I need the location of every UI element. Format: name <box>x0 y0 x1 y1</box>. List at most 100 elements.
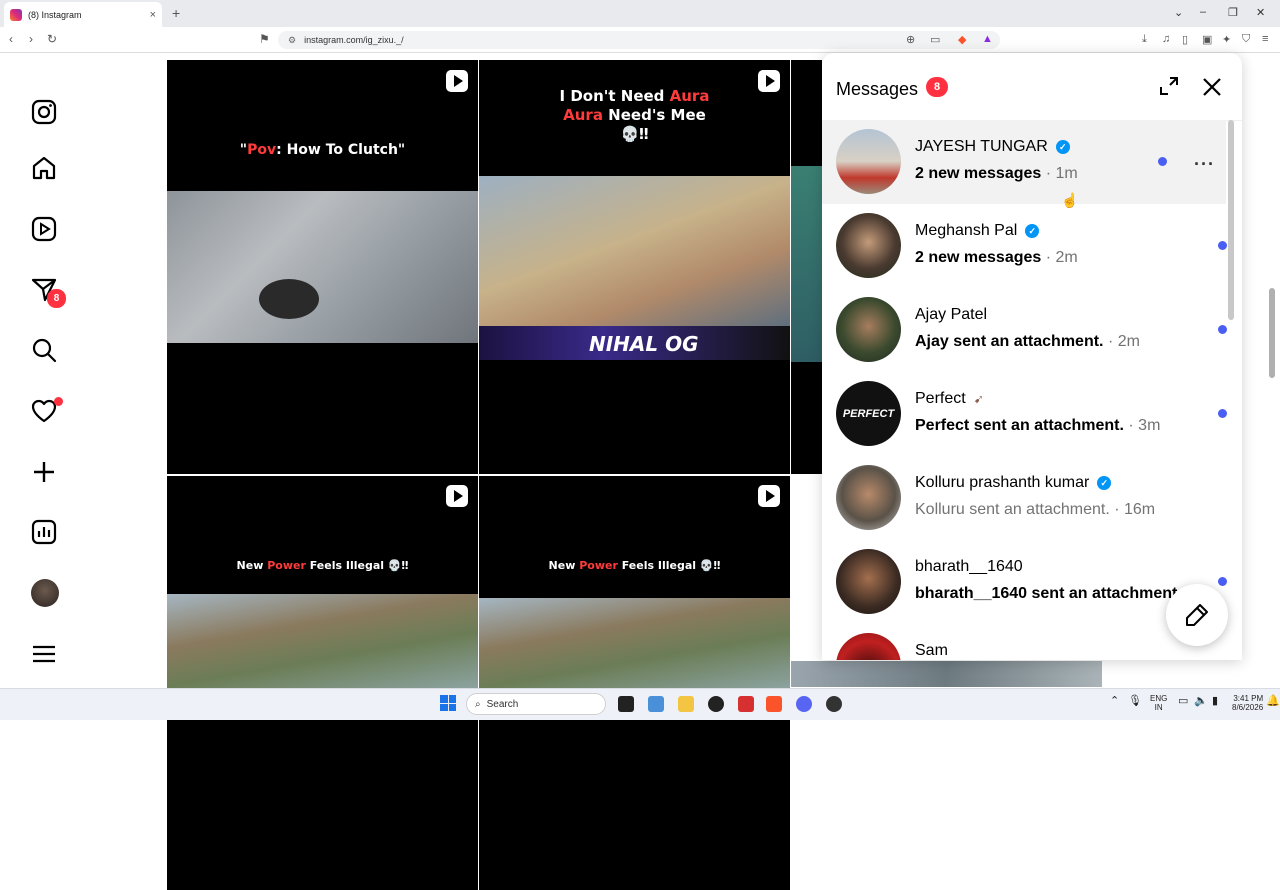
reel-tile[interactable]: New Power Feels Illegal 💀‼ <box>479 476 790 890</box>
brave-shields-icon[interactable]: ◆ <box>958 33 966 46</box>
battery-icon[interactable]: ▮ <box>1212 696 1218 707</box>
reel-tile[interactable]: New Power Feels Illegal 💀‼ <box>167 476 478 890</box>
site-info-icon[interactable]: ⚙ <box>288 35 296 46</box>
game-screenshot <box>167 191 478 343</box>
pistol-emoji-icon: ➹ <box>973 392 984 406</box>
message-preview: bharath__1640 sent an attachment <box>915 585 1178 602</box>
create-plus-icon[interactable] <box>29 457 59 487</box>
conversation-row[interactable]: Sam <box>822 624 1226 660</box>
messages-scrollbar[interactable] <box>1228 120 1234 320</box>
conversation-row[interactable]: PERFECT Perfect ➹ Perfect sent an attachm… <box>822 372 1227 456</box>
contact-name: Ajay Patel <box>915 306 988 323</box>
window-close-button[interactable]: ✕ <box>1256 6 1265 19</box>
taskbar <box>0 688 1280 720</box>
task-view-icon[interactable] <box>618 696 634 712</box>
messages-unread-count: 8 <box>926 77 948 97</box>
compose-icon <box>1186 604 1208 626</box>
discord-icon[interactable] <box>796 696 812 712</box>
reels-icon[interactable] <box>29 214 59 244</box>
windows-start-icon[interactable] <box>440 695 456 711</box>
sidebar-icon[interactable]: ▯ <box>1182 33 1188 46</box>
expand-icon[interactable] <box>1158 75 1180 97</box>
message-preview: Ajay sent an attachment. · 2m <box>915 333 1140 350</box>
conversation-row[interactable]: Ajay Patel Ajay sent an attachment. · 2m <box>822 288 1227 372</box>
conversation-row[interactable]: Kolluru prashanth kumar ✓ Kolluru sent an… <box>822 456 1226 540</box>
home-icon[interactable] <box>29 153 59 183</box>
taskbar-search[interactable]: ⌕ Search <box>466 693 606 715</box>
reload-icon[interactable]: ↻ <box>47 32 57 46</box>
reel-tile[interactable] <box>791 60 822 474</box>
verified-badge-icon: ✓ <box>1055 140 1070 154</box>
messages-panel: Messages 8 JAYESH TUNGAR ✓ 2 new messages… <box>822 53 1242 660</box>
reel-play-icon <box>446 70 468 92</box>
close-icon[interactable] <box>1200 75 1224 99</box>
avatar <box>836 633 901 660</box>
contact-name: Meghansh Pal <box>915 222 1018 239</box>
bookmark-icon[interactable]: ⚑ <box>259 32 270 46</box>
messages-title: Messages <box>836 79 919 99</box>
message-preview: Perfect sent an attachment. · 3m <box>915 417 1161 434</box>
url-bar[interactable]: ⚙ instagram.com/ig_zixu._/ <box>278 31 1000 49</box>
microphone-icon[interactable]: 🎙 <box>1128 696 1142 707</box>
reel-caption: "Pov: How To Clutch" <box>239 142 406 158</box>
network-icon[interactable]: ▭ <box>1178 696 1188 707</box>
conversation-row[interactable]: JAYESH TUNGAR ✓ 2 new messages · 1m ··· <box>822 120 1226 204</box>
hand-cursor-icon: ☝ <box>1061 192 1079 208</box>
back-icon[interactable]: ‹ <box>9 32 13 46</box>
zoom-icon[interactable]: ⊕ <box>906 33 915 46</box>
tab-close-icon[interactable]: × <box>150 9 156 21</box>
contact-name: Perfect <box>915 390 966 407</box>
vpn-icon[interactable]: ⛉ <box>1242 33 1250 46</box>
menu-icon[interactable]: ≡ <box>1262 33 1268 45</box>
brave-browser-icon[interactable] <box>766 696 782 712</box>
page-scrollbar[interactable] <box>1269 288 1275 378</box>
minimize-button[interactable]: – <box>1200 6 1206 18</box>
wallet-icon[interactable]: ▣ <box>1202 33 1212 46</box>
notifications-bell-icon[interactable]: 🔔 <box>1266 696 1280 707</box>
reel-caption: I Don't Need Aura Aura Need's Mee 💀‼ <box>559 87 710 143</box>
messages-badge: 8 <box>47 289 66 308</box>
forward-icon[interactable]: › <box>29 32 33 46</box>
maximize-button[interactable]: ❐ <box>1228 6 1238 19</box>
unread-dot <box>1158 157 1167 166</box>
new-tab-button[interactable]: + <box>172 5 180 21</box>
reel-tile[interactable]: "Pov: How To Clutch" <box>167 60 478 474</box>
downloads-icon[interactable]: ⤓ <box>1142 33 1147 46</box>
language-indicator[interactable]: ENG IN <box>1150 694 1167 712</box>
more-options-icon[interactable]: ··· <box>1194 154 1215 175</box>
conversation-row[interactable]: Meghansh Pal ✓ 2 new messages · 2m <box>822 204 1227 288</box>
leo-icon[interactable]: ✦ <box>1222 33 1231 46</box>
search-icon: ⌕ <box>475 698 481 710</box>
unread-dot <box>1218 409 1227 418</box>
volume-icon[interactable]: 🔈 <box>1194 696 1208 707</box>
unread-dot <box>1218 241 1227 250</box>
obs-icon[interactable] <box>708 696 724 712</box>
app-icon-2[interactable] <box>826 696 842 712</box>
instagram-nav-rail: 8 <box>0 53 90 687</box>
tab-search-icon[interactable]: ⌄ <box>1174 6 1183 19</box>
game-screenshot <box>167 594 478 694</box>
dashboard-icon[interactable] <box>29 517 59 547</box>
search-icon[interactable] <box>29 335 59 365</box>
cast-icon[interactable]: ▭ <box>930 33 940 46</box>
instagram-favicon-icon <box>10 8 22 21</box>
tray-chevron-icon[interactable]: ⌃ <box>1110 696 1119 707</box>
reel-caption: New Power Feels Illegal 💀‼ <box>548 559 721 572</box>
url-text: instagram.com/ig_zixu._/ <box>304 35 404 45</box>
profile-avatar[interactable] <box>31 579 59 607</box>
rewards-icon[interactable]: ▲ <box>982 33 993 45</box>
media-icon[interactable]: ♫ <box>1162 33 1170 45</box>
file-explorer-icon[interactable] <box>678 696 694 712</box>
reel-tile[interactable]: I Don't Need Aura Aura Need's Mee 💀‼ NIH… <box>479 60 790 474</box>
clock[interactable]: 3:41 PM 8/6/2026 <box>1232 694 1263 712</box>
notification-dot <box>54 397 63 406</box>
avatar <box>836 297 901 362</box>
widgets-icon[interactable] <box>648 696 664 712</box>
avatar <box>836 549 901 614</box>
more-menu-icon[interactable] <box>29 639 59 669</box>
avatar: PERFECT <box>836 381 901 446</box>
browser-tab[interactable]: (8) Instagram × <box>4 2 162 27</box>
app-icon[interactable] <box>738 696 754 712</box>
compose-message-button[interactable] <box>1166 584 1228 646</box>
instagram-logo-icon[interactable] <box>29 97 59 127</box>
